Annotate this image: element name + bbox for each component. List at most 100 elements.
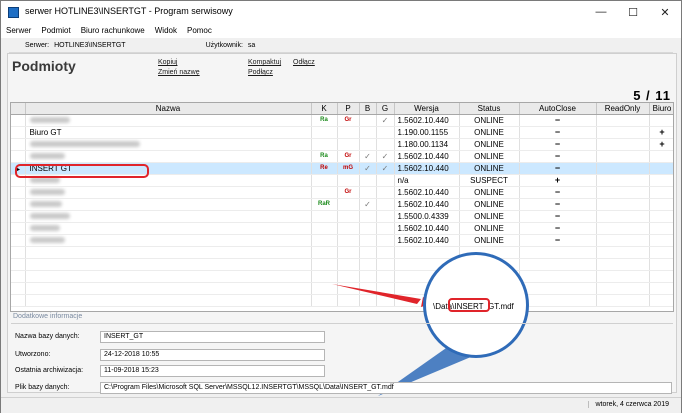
table-row[interactable]: RaR ✓ 1.5602.10.440 ONLINE − bbox=[11, 198, 673, 211]
cell-autoclose: − bbox=[519, 234, 597, 247]
table-row[interactable]: 1.180.00.1134 ONLINE − + bbox=[11, 138, 673, 151]
cell-k: Ra bbox=[311, 114, 338, 127]
server-value: HOTLINE3\INSERTGT bbox=[54, 42, 126, 49]
empty-cell bbox=[596, 258, 650, 271]
redacted-name bbox=[29, 177, 60, 184]
redacted-name bbox=[29, 201, 62, 208]
link-zmien-nazwe[interactable]: Zmień nazwę bbox=[158, 69, 200, 76]
column-header-autoclose[interactable]: AutoClose bbox=[519, 103, 597, 115]
column-header-k[interactable]: K bbox=[311, 103, 338, 115]
cell-g bbox=[376, 126, 395, 139]
info-separator bbox=[11, 323, 673, 324]
cell-biuro bbox=[649, 174, 673, 187]
cell-g bbox=[376, 198, 395, 211]
empty-cell bbox=[359, 270, 377, 283]
status-date: wtorek, 4 czerwca 2019 bbox=[588, 401, 669, 408]
cell-readonly bbox=[596, 210, 650, 223]
minimize-button[interactable]: — bbox=[585, 1, 617, 23]
cell-autoclose: − bbox=[519, 222, 597, 235]
cell-k bbox=[311, 222, 338, 235]
info-value-last-backup[interactable]: 11-09-2018 15:23 bbox=[100, 365, 325, 377]
empty-cell bbox=[596, 282, 650, 295]
cell-autoclose: − bbox=[519, 210, 597, 223]
table-row[interactable]: Ra Gr ✓ 1.5602.10.440 ONLINE − bbox=[11, 114, 673, 127]
cell-k bbox=[311, 210, 338, 223]
cell-readonly bbox=[596, 126, 650, 139]
empty-cell bbox=[359, 282, 377, 295]
entities-grid[interactable]: Nazwa K P B G Wersja Status AutoClose Re… bbox=[10, 102, 674, 312]
table-row[interactable]: Ra Gr ✓ ✓ 1.5602.10.440 ONLINE − bbox=[11, 150, 673, 163]
redacted-name bbox=[29, 117, 70, 124]
status-bar: wtorek, 4 czerwca 2019 bbox=[1, 397, 681, 413]
cell-biuro bbox=[649, 234, 673, 247]
link-podlacz[interactable]: Podłącz bbox=[248, 69, 273, 76]
table-header-row: Nazwa K P B G Wersja Status AutoClose Re… bbox=[11, 103, 673, 115]
empty-cell bbox=[11, 270, 26, 283]
cell-p bbox=[337, 234, 360, 247]
empty-cell bbox=[649, 282, 673, 295]
info-value-db-name[interactable]: INSERT_GT bbox=[100, 331, 325, 343]
info-label-created: Utworzono: bbox=[15, 351, 51, 358]
column-header-readonly[interactable]: ReadOnly bbox=[596, 103, 650, 115]
column-header-b[interactable]: B bbox=[359, 103, 377, 115]
menu-pomoc[interactable]: Pomoc bbox=[182, 26, 217, 35]
cell-version: 1.5602.10.440 bbox=[394, 114, 460, 127]
cell-p bbox=[337, 174, 360, 187]
info-value-db-file[interactable]: C:\Program Files\Microsoft SQL Server\MS… bbox=[100, 382, 672, 394]
column-header-nazwa[interactable]: Nazwa bbox=[25, 103, 312, 115]
link-odlacz[interactable]: Odłącz bbox=[293, 59, 315, 66]
cell-version: 1.180.00.1134 bbox=[394, 138, 460, 151]
cell-b bbox=[359, 186, 377, 199]
link-kopiuj[interactable]: Kopiuj bbox=[158, 59, 177, 66]
empty-cell bbox=[337, 270, 360, 283]
column-header-wersja[interactable]: Wersja bbox=[394, 103, 460, 115]
empty-cell bbox=[25, 282, 312, 295]
cell-status: ONLINE bbox=[459, 222, 520, 235]
cell-g bbox=[376, 222, 395, 235]
empty-cell bbox=[376, 270, 395, 283]
cell-k: RaR bbox=[311, 198, 338, 211]
app-icon bbox=[8, 7, 19, 18]
maximize-button[interactable]: ☐ bbox=[617, 1, 649, 23]
cell-g bbox=[376, 174, 395, 187]
cell-name bbox=[25, 150, 312, 163]
cell-autoclose: − bbox=[519, 114, 597, 127]
info-value-created[interactable]: 24-12-2018 10:55 bbox=[100, 349, 325, 361]
cell-g: ✓ bbox=[376, 162, 395, 175]
cell-biuro bbox=[649, 198, 673, 211]
redacted-name bbox=[29, 189, 65, 196]
menu-biuro-rachunkowe[interactable]: Biuro rachunkowe bbox=[76, 26, 150, 35]
cell-readonly bbox=[596, 222, 650, 235]
empty-cell bbox=[11, 246, 26, 259]
column-header-p[interactable]: P bbox=[337, 103, 360, 115]
table-row[interactable]: Biuro GT 1.190.00.1155 ONLINE − + bbox=[11, 126, 673, 139]
cell-p: Gr bbox=[337, 150, 360, 163]
empty-cell bbox=[649, 294, 673, 307]
link-kompaktuj[interactable]: Kompaktuj bbox=[248, 59, 281, 66]
table-row[interactable]: Gr 1.5602.10.440 ONLINE − bbox=[11, 186, 673, 199]
close-button[interactable]: ✕ bbox=[649, 1, 681, 23]
cell-name bbox=[25, 210, 312, 223]
column-header-g[interactable]: G bbox=[376, 103, 395, 115]
cell-autoclose: + bbox=[519, 174, 597, 187]
record-counter: 5 / 11 bbox=[633, 88, 671, 103]
table-row[interactable]: ▶ INSERT GT Re mG ✓ ✓ 1.5602.10.440 ONLINE − bbox=[11, 162, 673, 175]
redacted-name bbox=[29, 225, 60, 232]
menu-podmiot[interactable]: Podmiot bbox=[36, 26, 75, 35]
cell-k bbox=[311, 186, 338, 199]
cell-b: ✓ bbox=[359, 150, 377, 163]
magnified-path-suffix: .mdf bbox=[498, 302, 514, 311]
column-header-biuro[interactable]: Biuro bbox=[649, 103, 673, 115]
cell-p: Gr bbox=[337, 114, 360, 127]
table-row[interactable]: 1.5602.10.440 ONLINE − bbox=[11, 234, 673, 247]
redacted-name bbox=[29, 237, 65, 244]
cell-version: 1.5602.10.440 bbox=[394, 222, 460, 235]
empty-cell bbox=[337, 246, 360, 259]
table-row[interactable]: n/a SUSPECT + bbox=[11, 174, 673, 187]
column-header-status[interactable]: Status bbox=[459, 103, 520, 115]
table-row[interactable]: 1.5602.10.440 ONLINE − bbox=[11, 222, 673, 235]
menu-serwer[interactable]: Serwer bbox=[1, 26, 36, 35]
table-row[interactable]: 1.5500.0.4339 ONLINE − bbox=[11, 210, 673, 223]
menu-widok[interactable]: Widok bbox=[150, 26, 182, 35]
empty-cell bbox=[11, 282, 26, 295]
